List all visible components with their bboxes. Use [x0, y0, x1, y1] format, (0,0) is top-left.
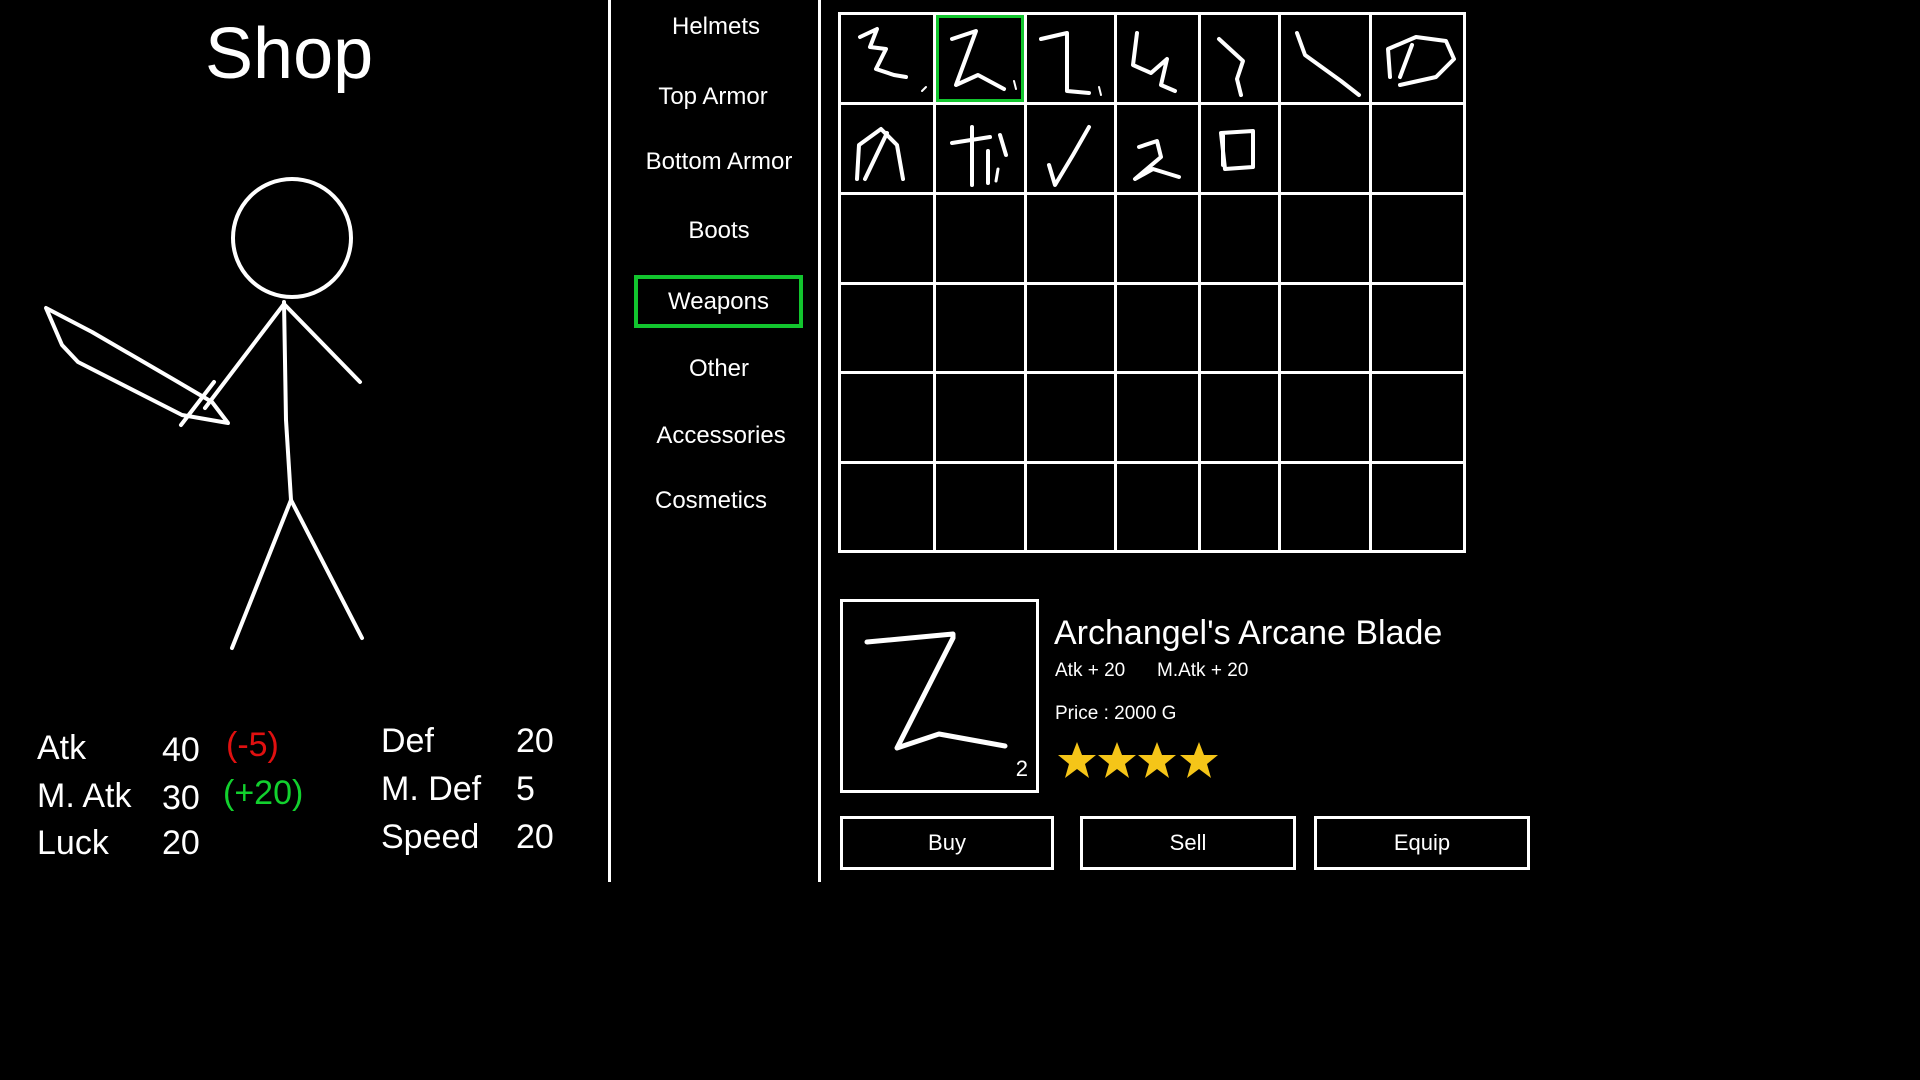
item-stat-matk: M.Atk + 20: [1157, 660, 1249, 681]
item-price: Price : 2000 G: [1055, 703, 1177, 724]
right-leg: [289, 498, 364, 640]
stat-matk-label: M. Atk: [37, 777, 132, 815]
hook-blade-icon: [1131, 31, 1177, 93]
item-stat-atk: Atk + 20: [1055, 660, 1126, 681]
sell-button[interactable]: Sell: [1080, 816, 1296, 870]
seven-blade-icon: [1039, 31, 1102, 96]
category-weapons[interactable]: Weapons: [634, 275, 803, 328]
square-shield-icon: [1219, 129, 1255, 171]
inventory-slot[interactable]: [1117, 15, 1198, 102]
stick-figure-character: [44, 177, 364, 650]
item-rating: [1058, 742, 1218, 778]
category-bottom-armor[interactable]: Bottom Armor: [614, 150, 824, 174]
squiggle-z-icon: [858, 27, 927, 92]
stat-atk-label: Atk: [37, 729, 87, 767]
slash-blade-icon: [1295, 31, 1361, 97]
buy-button[interactable]: Buy: [840, 816, 1054, 870]
star-icon: [1098, 742, 1136, 778]
inventory-slot[interactable]: [1117, 105, 1198, 192]
stat-def-label: Def: [381, 722, 434, 760]
stat-speed-label: Speed: [381, 818, 480, 856]
stat-matk-modifier: (+20): [223, 774, 304, 812]
stat-speed-value: 20: [516, 818, 554, 856]
item-preview: 2: [840, 599, 1039, 793]
head: [231, 177, 353, 299]
category-top-armor[interactable]: Top Armor: [608, 85, 818, 109]
category-weapons-label: Weapons: [668, 287, 769, 315]
body: [282, 300, 293, 502]
left-arm: [203, 302, 286, 410]
z-blade-icon: [950, 29, 1017, 91]
inventory-slot[interactable]: [841, 15, 933, 102]
star-icon: [1058, 742, 1096, 778]
inventory-slot[interactable]: [1281, 15, 1369, 102]
stat-mdef-value: 5: [516, 770, 535, 808]
category-boots[interactable]: Boots: [614, 219, 824, 243]
left-leg: [230, 498, 293, 650]
inventory-slot[interactable]: [841, 105, 933, 192]
category-helmets[interactable]: Helmets: [611, 15, 821, 39]
two-blade-icon: [1133, 139, 1181, 181]
trident-icon: [950, 125, 1008, 187]
inventory-slot[interactable]: [1027, 15, 1114, 102]
ring-blade-icon: [1386, 35, 1456, 87]
inventory-slot[interactable]: [1372, 15, 1463, 102]
right-arm: [282, 302, 362, 384]
stat-atk-modifier: (-5): [226, 726, 279, 764]
stat-atk-value: 40: [162, 731, 200, 769]
category-accessories[interactable]: Accessories: [616, 424, 826, 448]
item-quantity: 2: [1015, 756, 1028, 781]
inventory-grid: [838, 12, 1466, 553]
star-icon: [1138, 742, 1176, 778]
inventory-slot[interactable]: [1027, 105, 1114, 192]
sword-blade: [44, 306, 230, 425]
inventory-slot-selected[interactable]: [936, 15, 1024, 102]
leaf-blade-icon: [855, 127, 905, 181]
inventory-slot[interactable]: [1201, 105, 1278, 192]
category-cosmetics[interactable]: Cosmetics: [606, 489, 816, 513]
equip-button[interactable]: Equip: [1314, 816, 1530, 870]
category-other[interactable]: Other: [614, 357, 824, 381]
stat-mdef-label: M. Def: [381, 770, 482, 808]
left-divider: [608, 0, 611, 882]
stat-def-value: 20: [516, 722, 554, 760]
star-icon: [1180, 742, 1218, 778]
inventory-slot[interactable]: [936, 105, 1024, 192]
item-name: Archangel's Arcane Blade: [1054, 614, 1443, 652]
stat-luck-value: 20: [162, 824, 200, 862]
curved-blade-icon: [1217, 37, 1245, 97]
inventory-slot[interactable]: [1201, 15, 1278, 102]
z-blade-icon: [864, 631, 1008, 751]
stat-luck-label: Luck: [37, 824, 109, 862]
stat-matk-value: 30: [162, 779, 200, 817]
check-blade-icon: [1047, 125, 1091, 187]
